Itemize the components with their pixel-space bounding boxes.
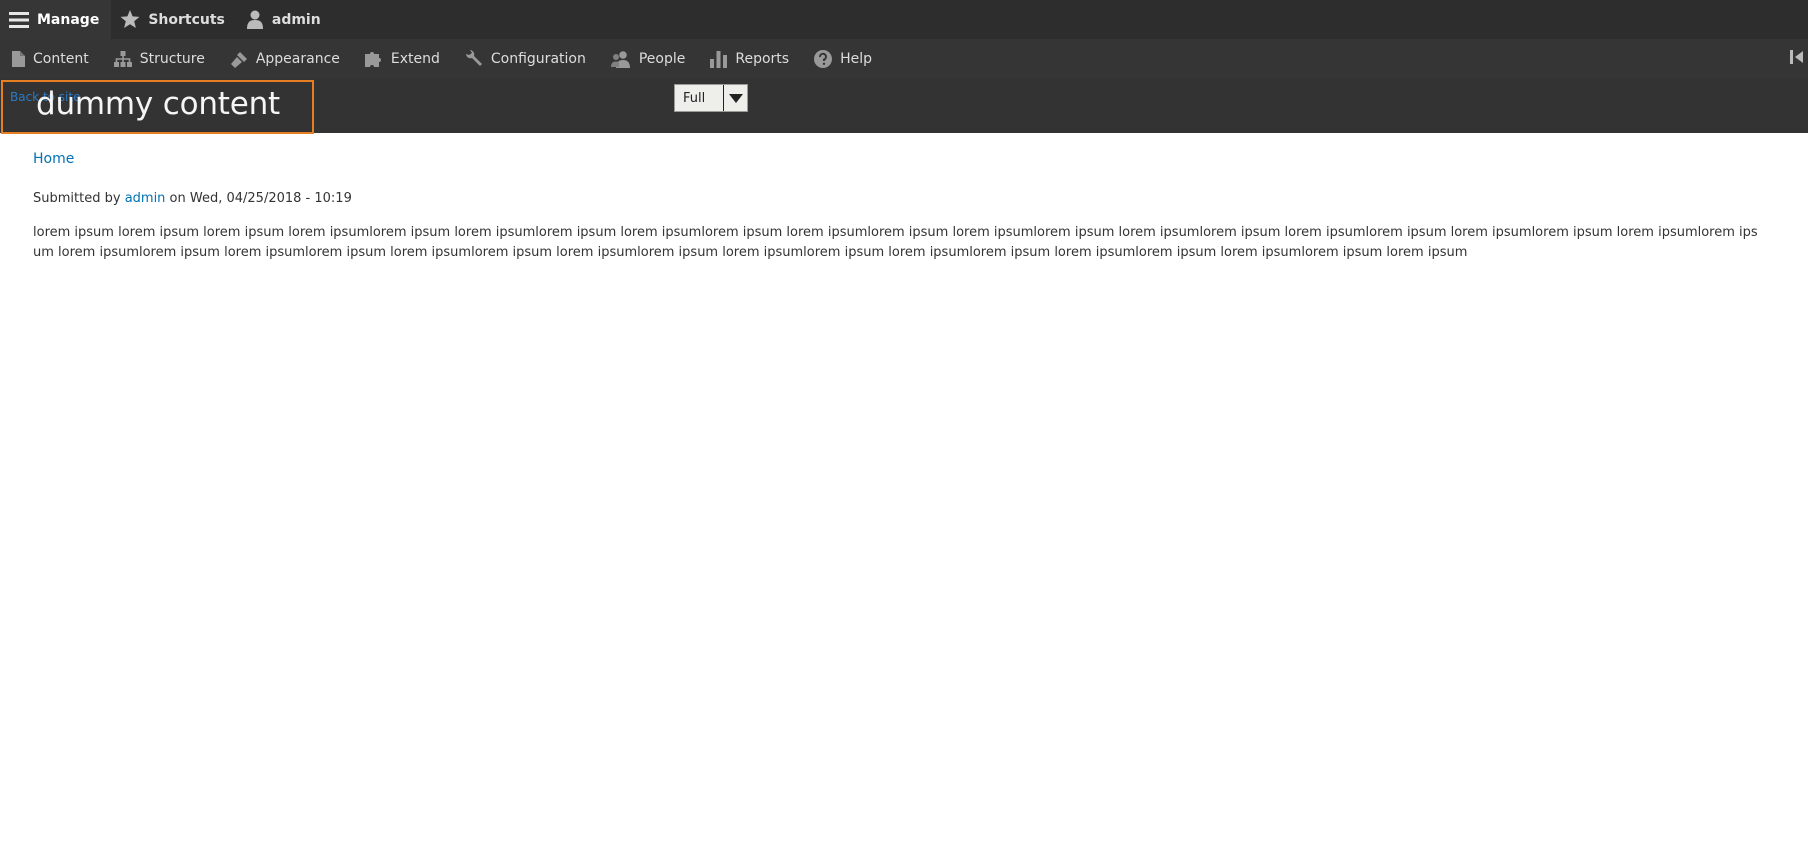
orientation-toggle-button[interactable] — [1790, 50, 1808, 68]
menu-item-reports[interactable]: Reports — [698, 39, 802, 79]
bar-chart-icon — [710, 50, 728, 68]
view-mode-select[interactable]: Full — [674, 84, 748, 112]
admin-menu-tray: Content Structure Appearance Extend Conf… — [0, 39, 1808, 79]
star-icon — [120, 10, 140, 29]
menu-item-label: People — [638, 51, 686, 67]
menu-item-label: Extend — [390, 51, 440, 67]
submitted-prefix: Submitted by — [33, 191, 125, 206]
user-tab[interactable]: admin — [237, 0, 333, 39]
menu-item-people[interactable]: People — [599, 39, 699, 79]
manage-label: Manage — [37, 11, 100, 28]
file-icon — [12, 51, 25, 67]
hamburger-icon — [9, 11, 29, 29]
user-icon — [246, 10, 264, 29]
menu-item-label: Configuration — [490, 51, 586, 67]
node-body: lorem ipsum lorem ipsum lorem ipsum lore… — [33, 225, 1758, 260]
menu-item-structure[interactable]: Structure — [102, 39, 218, 79]
menu-item-label: Content — [33, 51, 89, 67]
shortcuts-label: Shortcuts — [148, 11, 225, 28]
submitted-info: Submitted by admin on Wed, 04/25/2018 - … — [33, 191, 352, 206]
author-link[interactable]: admin — [125, 191, 166, 206]
manage-tab[interactable]: Manage — [0, 0, 112, 39]
menu-item-help[interactable]: Help — [802, 39, 885, 79]
menu-item-label: Reports — [735, 51, 790, 67]
sitemap-icon — [113, 51, 132, 67]
paintbrush-icon — [230, 51, 248, 68]
menu-item-appearance[interactable]: Appearance — [218, 39, 353, 79]
toolbar-bar: Manage Shortcuts admin — [0, 0, 1808, 39]
title-focus-outline[interactable]: dummy content — [1, 80, 314, 134]
puzzle-icon — [364, 51, 383, 67]
menu-item-extend[interactable]: Extend — [353, 39, 453, 79]
dropdown-arrow-button[interactable] — [723, 85, 747, 111]
view-mode-value: Full — [683, 90, 706, 106]
shortcuts-tab[interactable]: Shortcuts — [111, 0, 237, 39]
menu-item-label: Help — [840, 51, 872, 67]
menu-item-configuration[interactable]: Configuration — [453, 39, 599, 79]
page-title: dummy content — [36, 86, 281, 122]
breadcrumb-home-link[interactable]: Home — [33, 151, 74, 167]
entity-view-header: Back to site dummy content Full — [0, 79, 1808, 134]
menu-item-label: Appearance — [255, 51, 340, 67]
collapse-left-icon — [1790, 49, 1804, 69]
caret-down-icon — [728, 93, 743, 103]
user-label: admin — [271, 11, 321, 28]
people-icon — [610, 50, 631, 68]
wrench-icon — [465, 50, 483, 68]
help-icon — [814, 50, 833, 68]
submitted-date: on Wed, 04/25/2018 - 10:19 — [165, 191, 352, 206]
menu-item-label: Structure — [139, 51, 205, 67]
menu-item-content[interactable]: Content — [0, 39, 102, 79]
